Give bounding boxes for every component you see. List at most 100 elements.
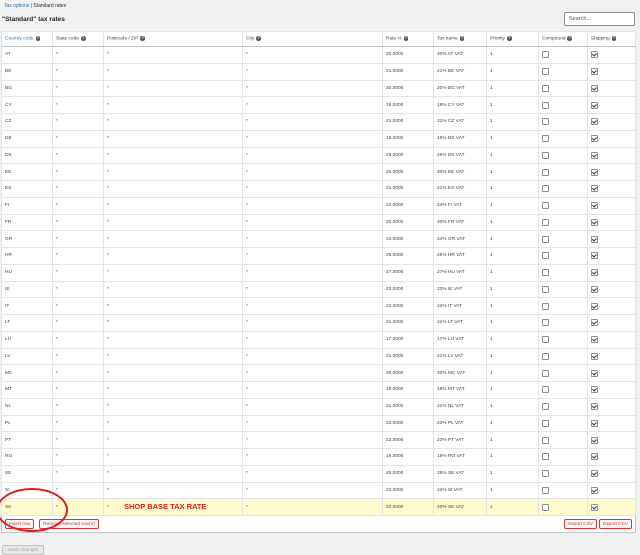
compound-checkbox[interactable] — [542, 135, 549, 143]
cell-country[interactable]: MC — [1, 364, 53, 382]
cell-country[interactable]: LU — [1, 330, 53, 349]
help-icon[interactable]: ? — [256, 36, 261, 41]
table-row[interactable]: CY * * * 19.0000 19% CY VAT 1 — [1, 96, 636, 114]
cell-state[interactable]: * — [52, 364, 104, 382]
cell-state[interactable]: * — [52, 96, 104, 114]
cell-state[interactable]: * — [52, 146, 104, 165]
cell-rate[interactable]: 17.0000 — [382, 330, 434, 349]
cell-priority[interactable]: 1 — [486, 163, 539, 181]
compound-checkbox[interactable] — [542, 336, 549, 344]
table-row[interactable]: MC * * * 20.0000 20% MC VAT 1 — [1, 364, 636, 382]
table-row[interactable]: SK * * * 20.0000 20% SK VAT 1 — [1, 498, 636, 516]
cell-priority[interactable]: 1 — [486, 431, 539, 449]
cell-state[interactable]: * — [52, 247, 104, 265]
cell-city[interactable]: * — [242, 414, 383, 433]
cell-city[interactable]: * — [242, 113, 383, 131]
cell-postcode[interactable]: * — [103, 96, 243, 114]
compound-checkbox[interactable] — [542, 436, 549, 444]
shipping-checkbox[interactable] — [591, 51, 598, 59]
cell-rate[interactable]: 21.0000 — [382, 62, 434, 81]
cell-postcode[interactable]: * — [103, 113, 243, 131]
cell-country[interactable]: NL — [1, 397, 53, 416]
cell-priority[interactable]: 1 — [486, 464, 539, 483]
table-row[interactable]: MT * * * 18.0000 18% MT VAT 1 — [1, 381, 636, 399]
cell-priority[interactable]: 1 — [486, 113, 539, 131]
shipping-checkbox[interactable] — [591, 168, 598, 176]
cell-country[interactable]: HR — [1, 247, 53, 265]
cell-priority[interactable]: 1 — [486, 247, 539, 265]
cell-rate[interactable]: 25.0000 — [382, 247, 434, 265]
compound-checkbox[interactable] — [542, 285, 549, 293]
cell-country[interactable]: ES — [1, 180, 53, 198]
table-row[interactable]: DE * * * 19.0000 19% DE VAT 1 — [1, 129, 636, 148]
cell-state[interactable]: * — [52, 330, 104, 349]
shipping-checkbox[interactable] — [591, 101, 598, 109]
cell-rate[interactable]: 23.0000 — [382, 280, 434, 299]
shipping-checkbox[interactable] — [591, 486, 598, 494]
cell-postcode[interactable]: * — [103, 330, 243, 349]
compound-checkbox[interactable] — [542, 503, 549, 511]
compound-checkbox[interactable] — [542, 419, 549, 427]
compound-checkbox[interactable] — [542, 470, 549, 478]
cell-state[interactable]: * — [52, 62, 104, 81]
cell-name[interactable]: 19% DE VAT — [433, 129, 487, 148]
cell-priority[interactable]: 1 — [486, 397, 539, 416]
save-button[interactable]: Save changes — [2, 545, 45, 555]
cell-postcode[interactable]: * — [103, 247, 243, 265]
shipping-checkbox[interactable] — [591, 68, 598, 76]
cell-name[interactable]: 25% HR VAT — [433, 247, 487, 265]
cell-priority[interactable]: 1 — [486, 448, 539, 466]
cell-city[interactable]: * — [242, 464, 383, 483]
cell-postcode[interactable]: * — [103, 347, 243, 366]
shipping-checkbox[interactable] — [591, 218, 598, 226]
cell-postcode[interactable]: * — [103, 230, 243, 248]
export-csv-button[interactable]: Export CSV — [598, 519, 632, 529]
cell-name[interactable]: 21% LT VAT — [433, 314, 487, 332]
shipping-checkbox[interactable] — [591, 470, 598, 478]
compound-checkbox[interactable] — [542, 486, 549, 494]
shipping-checkbox[interactable] — [591, 386, 598, 394]
cell-priority[interactable]: 1 — [486, 96, 539, 114]
cell-state[interactable]: * — [52, 113, 104, 131]
cell-rate[interactable]: 20.0000 — [382, 498, 434, 516]
shipping-checkbox[interactable] — [591, 419, 598, 427]
cell-country[interactable]: FI — [1, 196, 53, 215]
table-row[interactable]: FI * * * 24.0000 24% FI VAT 1 — [1, 196, 636, 215]
cell-name[interactable]: 20% EE VAT — [433, 163, 487, 181]
cell-name[interactable]: 21% ES VAT — [433, 180, 487, 198]
cell-name[interactable]: 21% CZ VAT — [433, 113, 487, 131]
cell-country[interactable]: GR — [1, 230, 53, 248]
compound-checkbox[interactable] — [542, 151, 549, 159]
cell-name[interactable]: 20% MC VAT — [433, 364, 487, 382]
shipping-checkbox[interactable] — [591, 151, 598, 159]
cell-country[interactable]: CZ — [1, 113, 53, 131]
cell-city[interactable]: * — [242, 498, 383, 516]
cell-postcode[interactable]: * — [103, 481, 243, 500]
cell-city[interactable]: * — [242, 196, 383, 215]
cell-country[interactable]: AT — [1, 46, 53, 64]
cell-state[interactable]: * — [52, 464, 104, 483]
compound-checkbox[interactable] — [542, 252, 549, 260]
table-row[interactable]: EE * * * 20.0000 20% EE VAT 1 — [1, 163, 636, 181]
shipping-checkbox[interactable] — [591, 436, 598, 444]
cell-rate[interactable]: 21.0000 — [382, 113, 434, 131]
cell-name[interactable]: 22% IT VAT — [433, 297, 487, 315]
cell-priority[interactable]: 1 — [486, 180, 539, 198]
help-icon[interactable]: ? — [403, 36, 409, 41]
cell-city[interactable]: * — [242, 448, 383, 466]
cell-city[interactable]: * — [242, 180, 383, 198]
shipping-checkbox[interactable] — [591, 235, 598, 243]
cell-rate[interactable]: 21.0000 — [382, 347, 434, 366]
cell-priority[interactable]: 1 — [486, 330, 539, 349]
table-row[interactable]: LU * * * 17.0000 17% LU VAT 1 — [1, 330, 636, 349]
compound-checkbox[interactable] — [542, 352, 549, 360]
cell-city[interactable]: * — [242, 62, 383, 81]
cell-name[interactable]: 21% BE VAT — [433, 62, 487, 81]
cell-rate[interactable]: 24.0000 — [382, 196, 434, 215]
cell-name[interactable]: 21% NL VAT — [433, 397, 487, 416]
help-icon[interactable]: ? — [611, 36, 617, 41]
cell-rate[interactable]: 25.0000 — [382, 146, 434, 165]
compound-checkbox[interactable] — [542, 118, 549, 126]
cell-postcode[interactable]: * — [103, 414, 243, 433]
cell-state[interactable]: * — [52, 314, 104, 332]
